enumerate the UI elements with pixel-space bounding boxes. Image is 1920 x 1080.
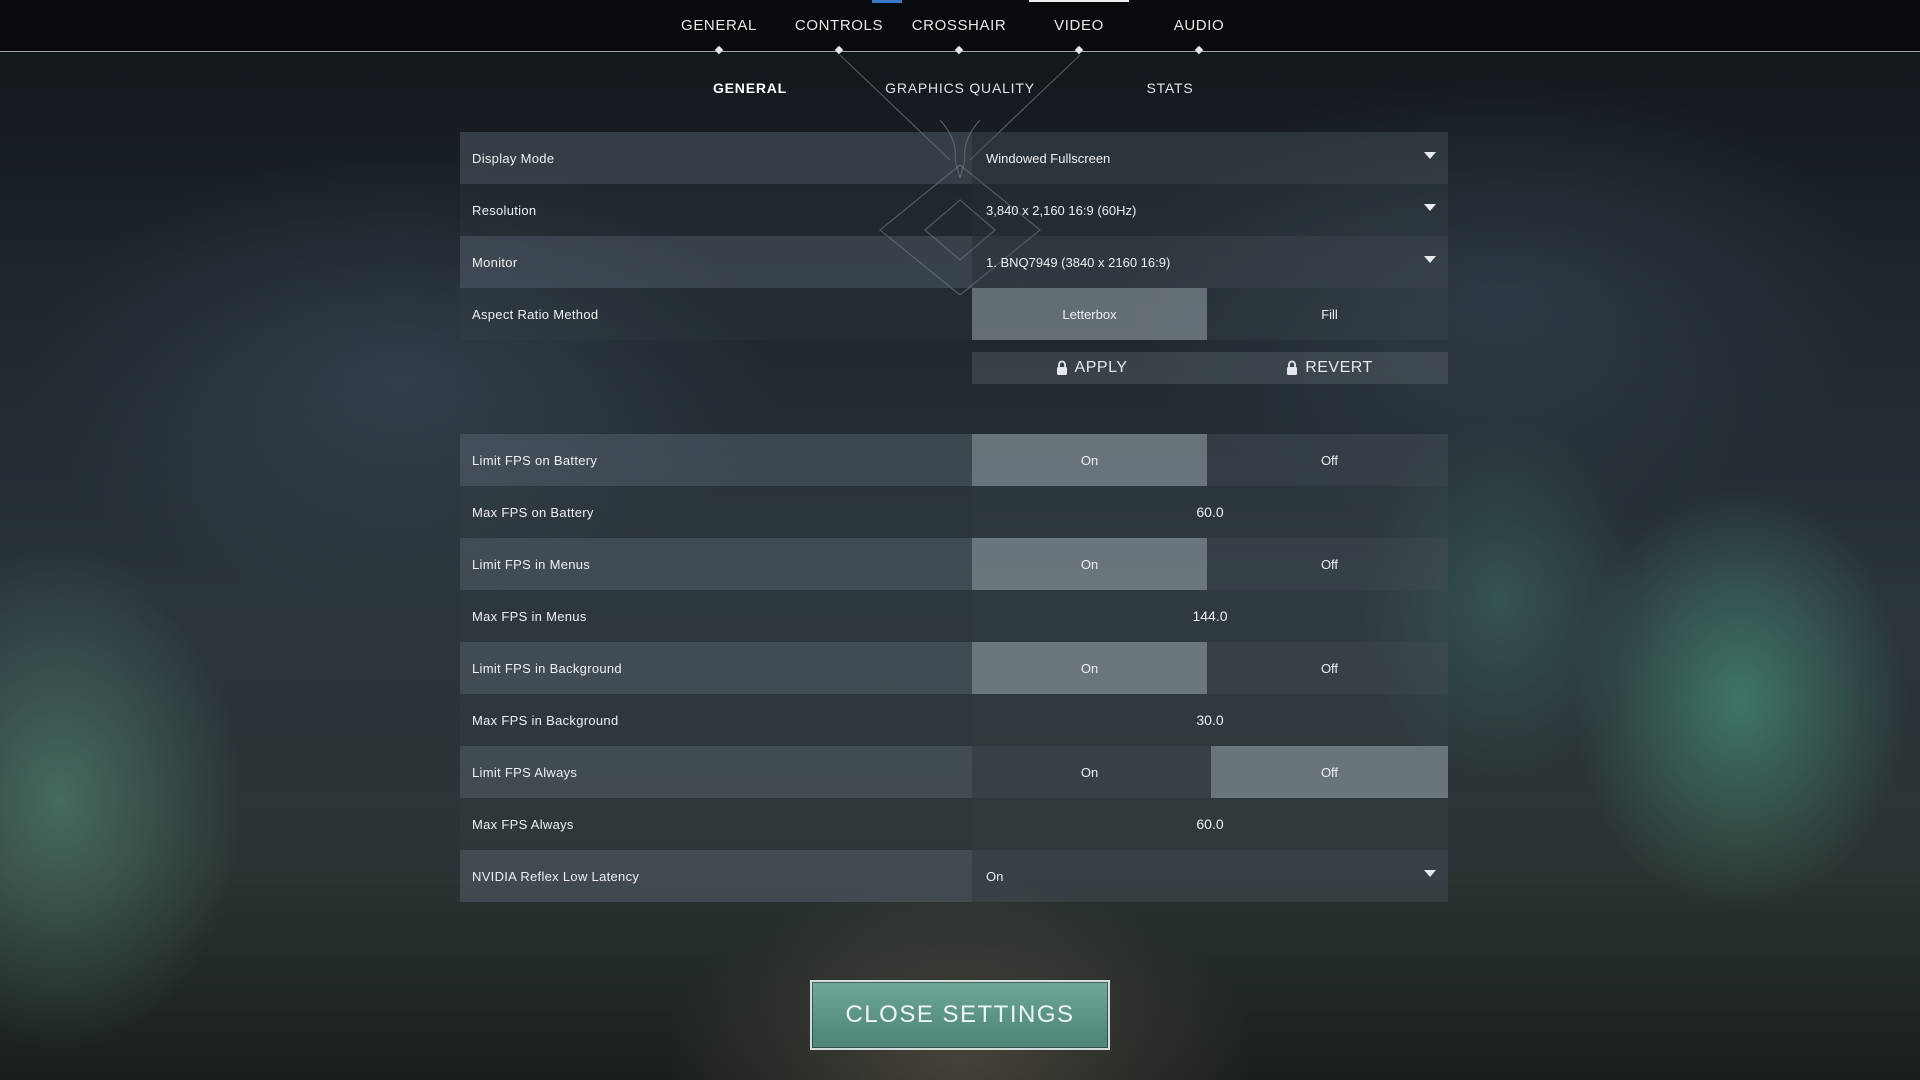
- tab-diamond-icon: [1074, 45, 1084, 55]
- subtab-stats[interactable]: STATS: [1110, 80, 1230, 102]
- resolution-dropdown[interactable]: 3,840 x 2,160 16:9 (60Hz): [972, 184, 1448, 236]
- setting-label: Max FPS on Battery: [460, 486, 972, 538]
- top-nav-bar: GENERAL CONTROLS CROSSHAIR VIDEO AUDIO: [0, 0, 1920, 55]
- apply-button[interactable]: APPLY: [972, 352, 1210, 384]
- fill-option[interactable]: Fill: [1211, 288, 1448, 340]
- tab-general-label: GENERAL: [681, 17, 757, 34]
- setting-label: Max FPS Always: [460, 798, 972, 850]
- apply-revert-bar: APPLY REVERT: [972, 352, 1448, 384]
- tab-diamond-icon: [1194, 45, 1204, 55]
- setting-label: Limit FPS on Battery: [460, 434, 972, 486]
- off-option[interactable]: Off: [1211, 642, 1448, 694]
- setting-row-display-mode: Display Mode Windowed Fullscreen: [460, 132, 1448, 184]
- monitor-dropdown[interactable]: 1. BNQ7949 (3840 x 2160 16:9): [972, 236, 1448, 288]
- lock-icon: [1287, 360, 1298, 375]
- apply-label: APPLY: [1074, 359, 1128, 376]
- setting-row-resolution: Resolution 3,840 x 2,160 16:9 (60Hz): [460, 184, 1448, 236]
- revert-button[interactable]: REVERT: [1210, 352, 1448, 384]
- subtab-graphics-quality[interactable]: GRAPHICS QUALITY: [880, 80, 1040, 102]
- tab-controls-label: CONTROLS: [794, 17, 884, 34]
- setting-row-max-fps-background: Max FPS in Background 30.0: [460, 694, 1448, 746]
- close-settings-button[interactable]: CLOSE SETTINGS: [810, 980, 1110, 1050]
- nvidia-reflex-dropdown[interactable]: On: [972, 850, 1448, 902]
- lock-icon: [1056, 360, 1067, 375]
- on-option[interactable]: On: [972, 434, 1207, 486]
- max-fps-battery-value[interactable]: 60.0: [972, 486, 1448, 538]
- tab-controls[interactable]: CONTROLS: [779, 0, 899, 55]
- setting-label: Limit FPS in Background: [460, 642, 972, 694]
- tab-general[interactable]: GENERAL: [659, 0, 779, 55]
- dropdown-value: On: [986, 868, 1004, 884]
- tab-diamond-icon: [954, 45, 964, 55]
- tab-crosshair[interactable]: CROSSHAIR: [899, 0, 1019, 55]
- on-option[interactable]: On: [972, 746, 1207, 798]
- setting-label: Limit FPS in Menus: [460, 538, 972, 590]
- chevron-down-icon: [1424, 152, 1436, 159]
- max-fps-background-value[interactable]: 30.0: [972, 694, 1448, 746]
- setting-row-monitor: Monitor 1. BNQ7949 (3840 x 2160 16:9): [460, 236, 1448, 288]
- tab-crosshair-label: CROSSHAIR: [911, 17, 1007, 34]
- tab-diamond-icon: [714, 45, 724, 55]
- setting-label: Display Mode: [460, 132, 972, 184]
- chevron-down-icon: [1424, 256, 1436, 263]
- setting-row-max-fps-battery: Max FPS on Battery 60.0: [460, 486, 1448, 538]
- letterbox-option[interactable]: Letterbox: [972, 288, 1207, 340]
- setting-row-max-fps-menus: Max FPS in Menus 144.0: [460, 590, 1448, 642]
- tab-audio-label: AUDIO: [1173, 17, 1225, 34]
- setting-row-limit-fps-always: Limit FPS Always On Off: [460, 746, 1448, 798]
- subtab-general[interactable]: GENERAL: [680, 80, 820, 102]
- setting-label: Limit FPS Always: [460, 746, 972, 798]
- setting-row-limit-fps-background: Limit FPS in Background On Off: [460, 642, 1448, 694]
- on-option[interactable]: On: [972, 642, 1207, 694]
- off-option[interactable]: Off: [1211, 434, 1448, 486]
- setting-label: Max FPS in Background: [460, 694, 972, 746]
- max-fps-menus-value[interactable]: 144.0: [972, 590, 1448, 642]
- setting-row-nvidia-reflex: NVIDIA Reflex Low Latency On: [460, 850, 1448, 902]
- display-mode-dropdown[interactable]: Windowed Fullscreen: [972, 132, 1448, 184]
- chevron-down-icon: [1424, 204, 1436, 211]
- dropdown-value: Windowed Fullscreen: [986, 150, 1111, 166]
- max-fps-always-value[interactable]: 60.0: [972, 798, 1448, 850]
- dropdown-value: 3,840 x 2,160 16:9 (60Hz): [986, 202, 1137, 218]
- setting-label: Max FPS in Menus: [460, 590, 972, 642]
- tab-video-label: VIDEO: [1054, 17, 1104, 34]
- tab-audio[interactable]: AUDIO: [1139, 0, 1259, 55]
- setting-label: Resolution: [460, 184, 972, 236]
- setting-row-limit-fps-menus: Limit FPS in Menus On Off: [460, 538, 1448, 590]
- dropdown-value: 1. BNQ7949 (3840 x 2160 16:9): [986, 254, 1171, 270]
- revert-label: REVERT: [1305, 359, 1373, 376]
- setting-label: Aspect Ratio Method: [460, 288, 972, 340]
- setting-row-limit-fps-battery: Limit FPS on Battery On Off: [460, 434, 1448, 486]
- setting-label: Monitor: [460, 236, 972, 288]
- setting-row-max-fps-always: Max FPS Always 60.0: [460, 798, 1448, 850]
- setting-row-aspect-ratio: Aspect Ratio Method Letterbox Fill: [460, 288, 1448, 340]
- fps-settings-panel: Limit FPS on Battery On Off Max FPS on B…: [460, 434, 1448, 902]
- chevron-down-icon: [1424, 870, 1436, 877]
- tab-video[interactable]: VIDEO: [1019, 0, 1139, 55]
- setting-label: NVIDIA Reflex Low Latency: [460, 850, 972, 902]
- on-option[interactable]: On: [972, 538, 1207, 590]
- off-option[interactable]: Off: [1211, 746, 1448, 798]
- off-option[interactable]: Off: [1211, 538, 1448, 590]
- display-settings-panel: Display Mode Windowed Fullscreen Resolut…: [460, 132, 1448, 340]
- tab-diamond-icon: [834, 45, 844, 55]
